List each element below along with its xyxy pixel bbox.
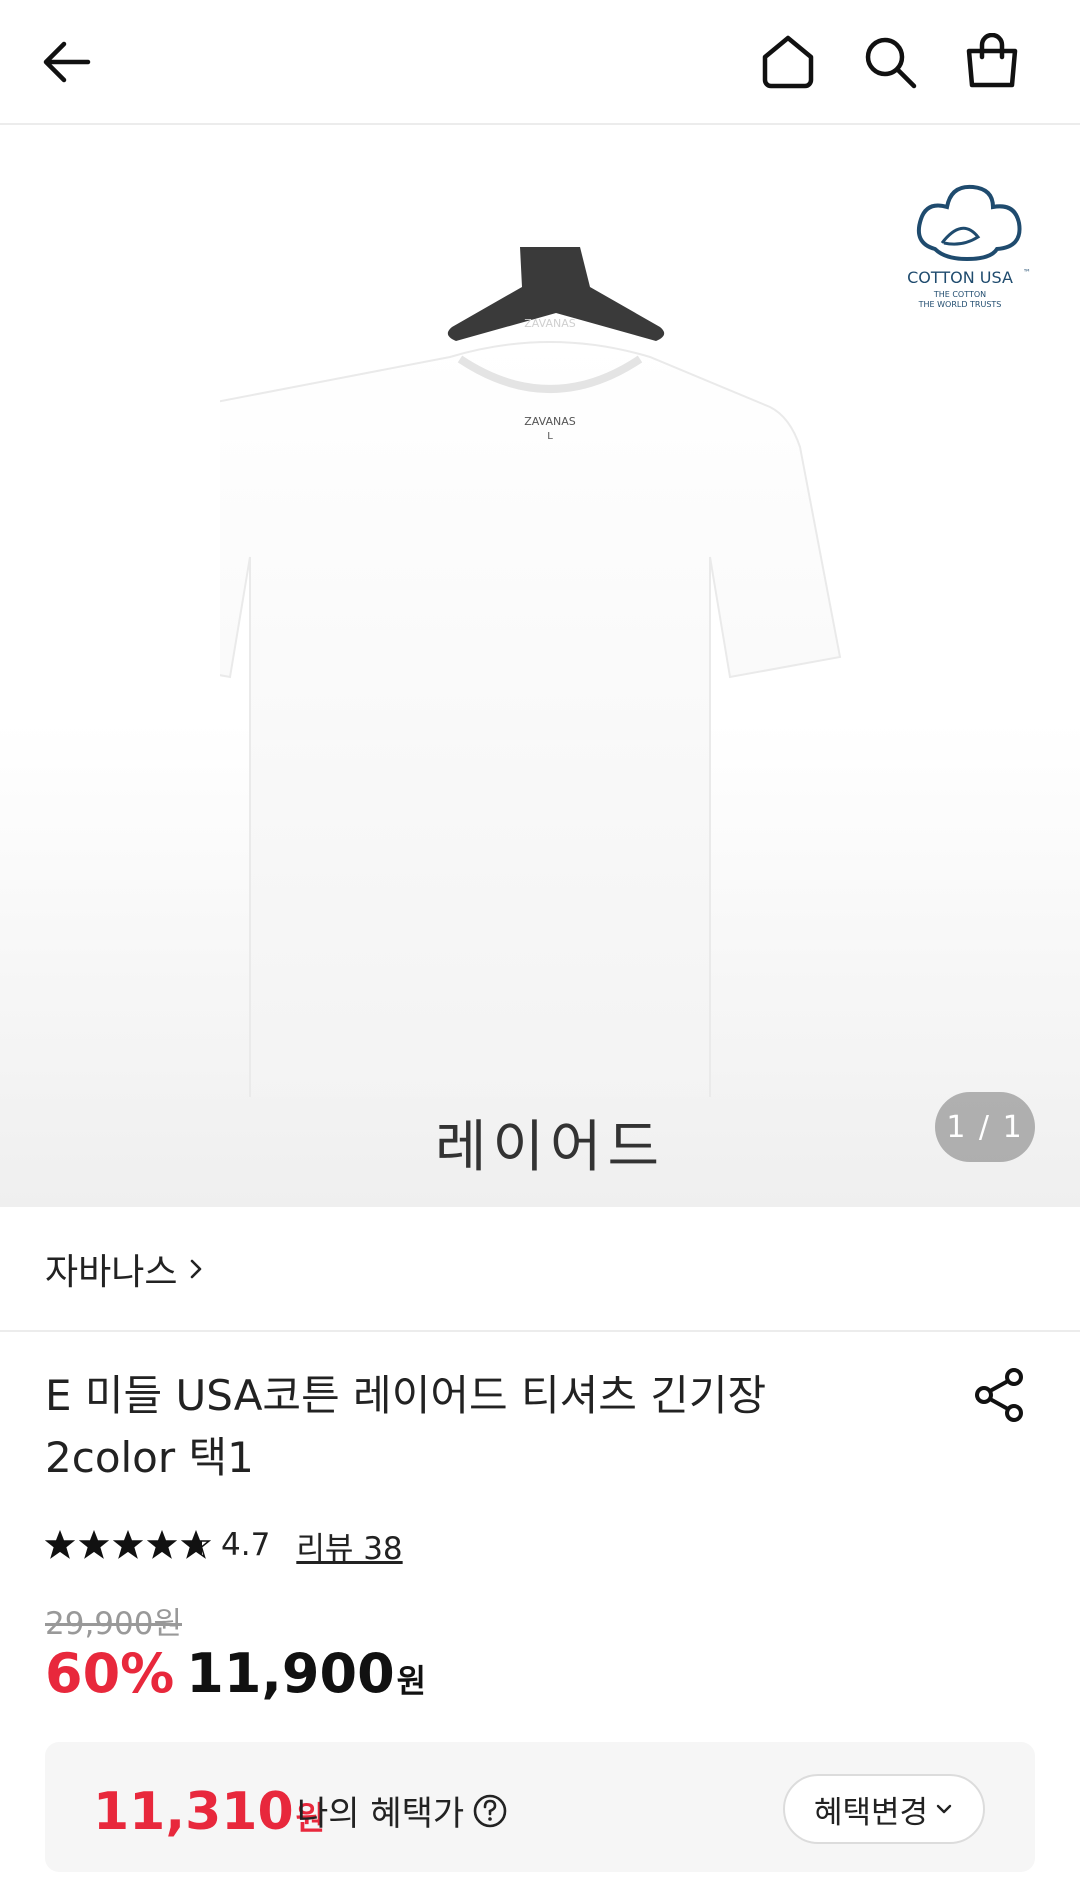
review-link[interactable]: 리뷰 38 [296,1523,402,1568]
chevron-right-icon [191,1259,202,1278]
price-unit: 원 [396,1662,427,1700]
original-price: 29,900원 [45,1606,182,1642]
change-benefit-label: 혜택변경 [813,1794,929,1831]
star-icon [45,1530,75,1559]
shopping-bag-icon [966,33,1018,88]
product-image-carousel[interactable]: ZAVANAS ZAVANAS L COTTON USA ™ THE COTTO… [0,127,1080,1207]
search-icon [865,37,917,89]
benefit-price-value: 11,310 [93,1782,294,1842]
cart-button[interactable] [952,22,1032,102]
cotton-logo-line1: THE COTTON [933,290,986,299]
star-icon [181,1530,211,1559]
star-icon [113,1530,143,1559]
cotton-logo-line2: THE WORLD TRUSTS [918,300,1002,309]
sale-price: 11,900 [186,1642,395,1705]
back-button[interactable] [28,22,108,102]
help-icon[interactable] [472,1793,508,1829]
change-benefit-button[interactable]: 혜택변경 [783,1774,985,1844]
home-button[interactable] [748,22,828,102]
star-rating [45,1530,211,1560]
rating-row: 4.7 리뷰 38 [45,1522,403,1568]
star-icon [147,1530,177,1559]
discount-rate: 60% [45,1642,175,1705]
cotton-logo-title: COTTON USA [907,268,1013,287]
search-button[interactable] [850,22,930,102]
star-icon [79,1530,109,1559]
chevron-down-icon [936,1804,952,1814]
top-navigation-bar [0,0,1080,125]
share-icon[interactable] [970,1365,1030,1425]
brand-link[interactable]: 자바나스 [0,1207,1080,1332]
home-icon [762,35,814,89]
neck-label-brand: ZAVANAS [524,415,575,428]
rating-value: 4.7 [221,1527,271,1563]
benefit-label-group: 나의 혜택가 [297,1786,508,1835]
price-row: 60% 11,900 원 [45,1642,426,1712]
cotton-logo-tm: ™ [1023,268,1031,277]
benefit-label: 나의 혜택가 [297,1794,465,1834]
product-title-line2: 2color 택1 [45,1433,254,1482]
neck-label-size: L [547,431,553,442]
product-title-line1: E 미들 USA코튼 레이어드 티셔츠 긴기장 [45,1371,767,1420]
benefit-price: 11,310 원 [93,1782,325,1842]
back-arrow-icon [43,41,91,83]
benefit-price-box: 11,310 원 나의 혜택가 혜택변경 [45,1742,1035,1872]
hanger-text: ZAVANAS [524,317,575,330]
product-title: E 미들 USA코튼 레이어드 티셔츠 긴기장 2color 택1 [45,1365,925,1489]
image-page-indicator: 1 / 1 [935,1092,1035,1162]
image-caption: 레이어드 [434,1115,666,1180]
brand-name: 자바나스 [45,1251,178,1293]
t-shirt-image: ZAVANAS ZAVANAS L [220,247,842,1097]
cotton-usa-logo: COTTON USA ™ THE COTTON THE WORLD TRUSTS [907,184,1031,309]
